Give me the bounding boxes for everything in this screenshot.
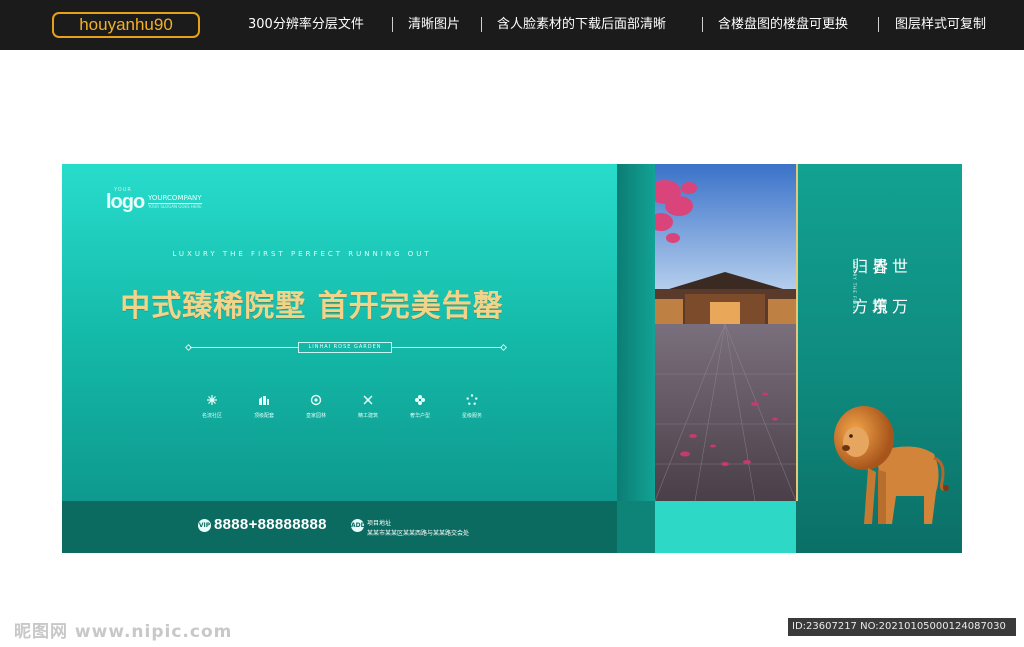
separator	[392, 17, 393, 32]
divider-right	[392, 347, 502, 348]
courtyard-photo	[655, 164, 796, 501]
garden-tag: LINHAI ROSE GARDEN	[298, 342, 392, 353]
bottom-band	[62, 501, 622, 553]
feature-item: 名流社区	[192, 394, 232, 419]
watermark-id: ID:23607217 NO:20210105000124087030	[788, 618, 1016, 636]
author-badge[interactable]: houyanhu90	[52, 12, 200, 38]
feature-text-clear: 清晰图片	[408, 17, 461, 32]
door-floor	[655, 501, 796, 553]
logo-company: YOURCOMPANY	[148, 194, 202, 204]
feature-label: 精工建筑	[357, 413, 378, 419]
feature-item: 星级服务	[452, 394, 492, 419]
banner: YOUR logo YOURCOMPANY YOUR SLOGAN GOES H…	[62, 164, 962, 553]
separator	[878, 17, 879, 32]
separator	[481, 17, 482, 32]
slogan-col: 皆归	[849, 258, 888, 276]
feature-text-layer: 图层样式可复制	[895, 17, 987, 32]
divider-diamond-right	[499, 343, 508, 352]
flower-icon	[415, 395, 425, 405]
feature-label: 奢华户型	[409, 413, 430, 419]
tools-icon	[363, 395, 373, 405]
main-title: 中式臻稀院墅 首开完美告罄	[120, 289, 504, 324]
ring-icon	[310, 394, 322, 406]
feature-item: 精工建筑	[348, 394, 388, 419]
address-text: 某某市某某区某某西路与某某路交会处	[367, 530, 470, 537]
door-panel-left	[617, 164, 655, 553]
feature-list: 名流社区 顶级配套 皇家园林 精工建筑 奢华户型 星级服务	[192, 394, 492, 424]
vip-phone-icon: VIP	[198, 519, 211, 532]
slogan-col: 东方	[849, 298, 888, 316]
feature-text-face: 含人脸素材的下载后面部清晰	[497, 17, 667, 32]
lion-figure	[834, 406, 949, 524]
phone-number: 8888+88888888	[214, 516, 327, 533]
feature-label: 星级服务	[461, 413, 482, 419]
english-tagline: LUXURY THE FIRST PERFECT RUNNING OUT	[172, 250, 432, 258]
feature-item: 奢华户型	[400, 394, 440, 419]
feature-text-building: 含楼盘图的楼盘可更换	[718, 17, 849, 32]
slogan-small-text: LUXURY THE FIRST	[852, 259, 857, 313]
top-bar: houyanhu90 300分辨率分层文件 清晰图片 含人脸素材的下载后面部清晰…	[0, 0, 1024, 50]
slogan-col: 万境	[869, 298, 908, 316]
snowflake-icon	[207, 395, 217, 405]
feature-item: 顶级配套	[244, 394, 284, 419]
feature-label: 顶级配套	[253, 413, 274, 419]
feature-label: 皇家园林	[305, 413, 326, 419]
door-gold-edge	[796, 164, 798, 501]
watermark-left: 昵图网 www.nipic.com	[14, 622, 233, 642]
building-icon	[259, 396, 269, 405]
logo-main: logo	[106, 191, 145, 213]
address-icon: ADD	[351, 519, 366, 532]
dots-icon	[466, 394, 478, 405]
feature-text-resolution: 300分辨率分层文件	[248, 17, 364, 32]
feature-label: 名流社区	[201, 413, 222, 419]
feature-item: 皇家园林	[296, 394, 336, 419]
logo-slogan: YOUR SLOGAN GOES HERE	[148, 204, 202, 209]
separator	[702, 17, 703, 32]
divider-left	[190, 347, 298, 348]
address-title: 项目地址	[367, 520, 392, 527]
slogan-col: 世界	[869, 258, 908, 276]
